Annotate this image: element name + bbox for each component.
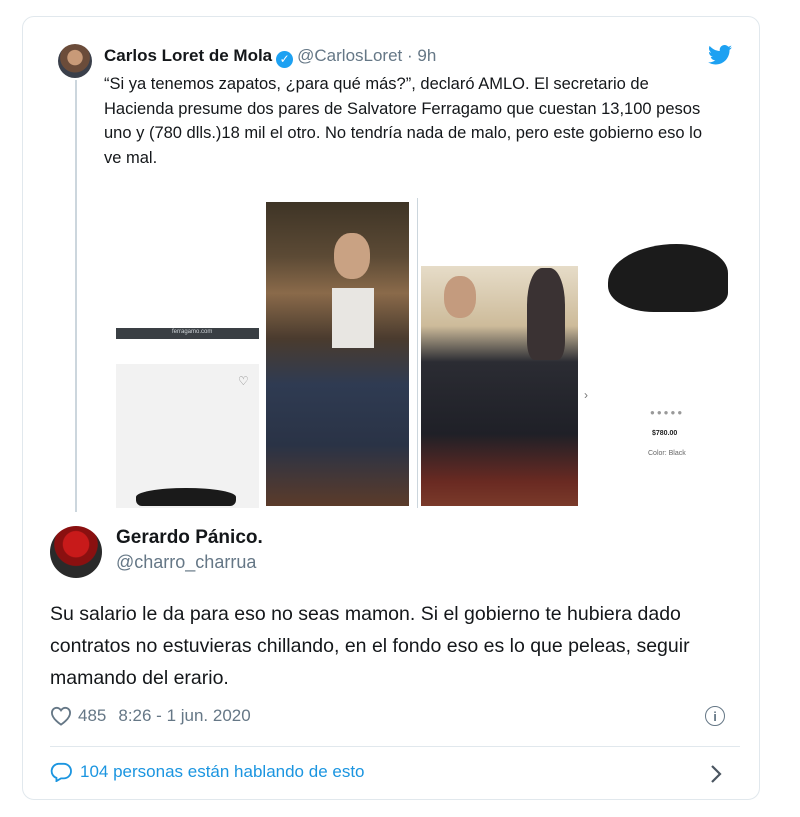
media-face-2 xyxy=(444,276,476,318)
conversation-text: 104 personas están hablando de esto xyxy=(80,762,365,781)
quoted-tweet-media[interactable]: ferragamo.com ♡ › ●●●●● $780.00 Color: B… xyxy=(114,198,736,512)
quoted-tweet-header: Carlos Loret de Mola ✓ @CarlosLoret · 9h xyxy=(104,44,436,68)
media-vase xyxy=(527,268,565,360)
media-color-label: Color: Black xyxy=(648,450,686,457)
media-loafer-image xyxy=(608,244,728,312)
heart-icon[interactable] xyxy=(50,706,72,726)
twitter-bird-icon[interactable] xyxy=(708,45,732,65)
media-carousel-dots: ●●●●● xyxy=(650,408,685,417)
speech-bubble-icon xyxy=(50,762,72,782)
quoted-author-avatar[interactable] xyxy=(58,44,92,78)
verified-badge-icon: ✓ xyxy=(276,51,294,68)
like-count[interactable]: 485 xyxy=(78,706,106,726)
quoted-author-handle[interactable]: @CarlosLoret xyxy=(297,46,402,65)
media-price: $780.00 xyxy=(652,430,678,437)
author-name[interactable]: Gerardo Pánico. xyxy=(116,527,263,549)
media-face xyxy=(334,233,370,279)
info-icon[interactable]: i xyxy=(705,706,725,726)
chevron-right-icon[interactable] xyxy=(709,763,723,785)
media-shoe-image xyxy=(136,488,236,506)
time-separator: · xyxy=(407,46,413,65)
author-handle[interactable]: @charro_charrua xyxy=(116,552,256,573)
tweet-timestamp[interactable]: 8:26 - 1 jun. 2020 xyxy=(118,706,250,726)
media-divider xyxy=(417,198,418,508)
quoted-tweet-time[interactable]: 9h xyxy=(417,46,436,65)
tweet-text: Su salario le da para eso no seas mamon.… xyxy=(50,603,690,689)
conversation-link[interactable]: 104 personas están hablando de esto xyxy=(50,762,365,782)
quoted-author-name[interactable]: Carlos Loret de Mola xyxy=(104,46,272,65)
quoted-tweet-text: “Si ya tenemos zapatos, ¿para qué más?”,… xyxy=(104,75,703,167)
author-avatar[interactable] xyxy=(50,526,102,578)
tweet-meta: 485 8:26 - 1 jun. 2020 xyxy=(50,706,251,726)
media-chevron-icon: › xyxy=(584,388,588,402)
media-heart-icon: ♡ xyxy=(238,374,249,388)
media-shirt xyxy=(332,288,374,348)
media-site-label: ferragamo.com xyxy=(172,329,213,335)
divider xyxy=(50,746,740,747)
thread-line xyxy=(75,80,77,512)
